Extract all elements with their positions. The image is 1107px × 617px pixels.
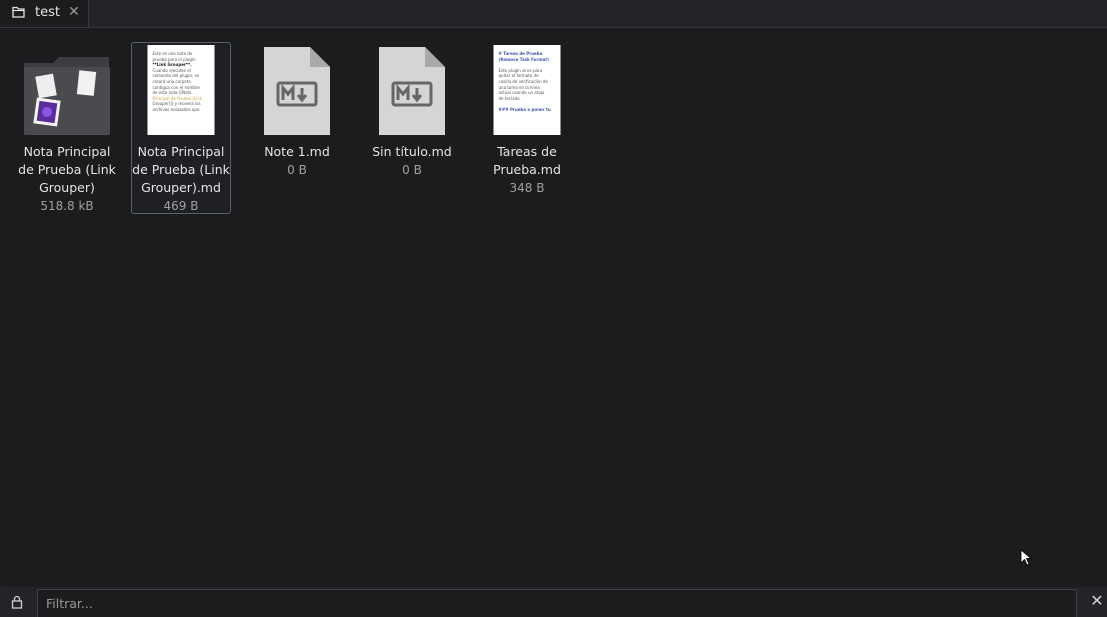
file-item-selected[interactable]: Este es una nota de prueba para el plugi… [131,42,231,214]
markdown-file-icon [379,47,445,135]
file-size: 0 B [287,163,307,177]
file-size: 0 B [402,163,422,177]
document-preview: # Tareas de Prueba (Remove Task Format) … [493,45,561,135]
file-size: 469 B [163,199,199,213]
preview-line: (Remove Task Format) [498,56,550,62]
mouse-cursor-icon [1020,549,1032,566]
file-manager-window: test ✕ Nota Principal de Prueba (Link Gr… [0,0,1107,617]
file-name: Nota Principal de Prueba (Link Grouper) [18,144,116,195]
document-preview: Este es una nota de prueba para el plugi… [147,45,215,135]
clear-filter-icon[interactable]: ✕ [1089,593,1105,609]
file-name: Note 1.md [264,144,330,159]
folder-icon [12,6,25,18]
tab-bar: test ✕ [0,0,1107,28]
file-name: Nota Principal de Prueba (Link Grouper).… [132,144,230,195]
close-icon[interactable]: ✕ [67,4,81,20]
filter-input[interactable] [37,589,1077,617]
file-item-note-1[interactable]: Note 1.md 0 B [247,42,347,214]
tab-test[interactable]: test ✕ [0,0,89,27]
bottom-bar: ✕ [0,587,1107,617]
file-name: Tareas de Prueba.md [493,144,561,177]
file-size: 348 B [509,181,545,195]
lock-icon[interactable] [10,595,24,609]
file-size: 518.8 kB [40,199,94,213]
folder-icon [24,57,110,135]
file-item-sin-titulo[interactable]: Sin título.md 0 B [362,42,462,214]
preview-line: casilla de verificación de [498,78,548,84]
preview-line: ### Prueba a poner tu [498,106,551,112]
file-item-folder[interactable]: Nota Principal de Prueba (Link Grouper) … [17,42,117,214]
tab-label: test [35,5,60,20]
markdown-file-icon [264,47,330,135]
file-name: Sin título.md [372,144,452,159]
file-item-tareas[interactable]: # Tareas de Prueba (Remove Task Format) … [477,42,577,214]
file-grid: Nota Principal de Prueba (Link Grouper) … [0,28,1107,586]
preview-line: archivos enlazados que [152,106,200,112]
